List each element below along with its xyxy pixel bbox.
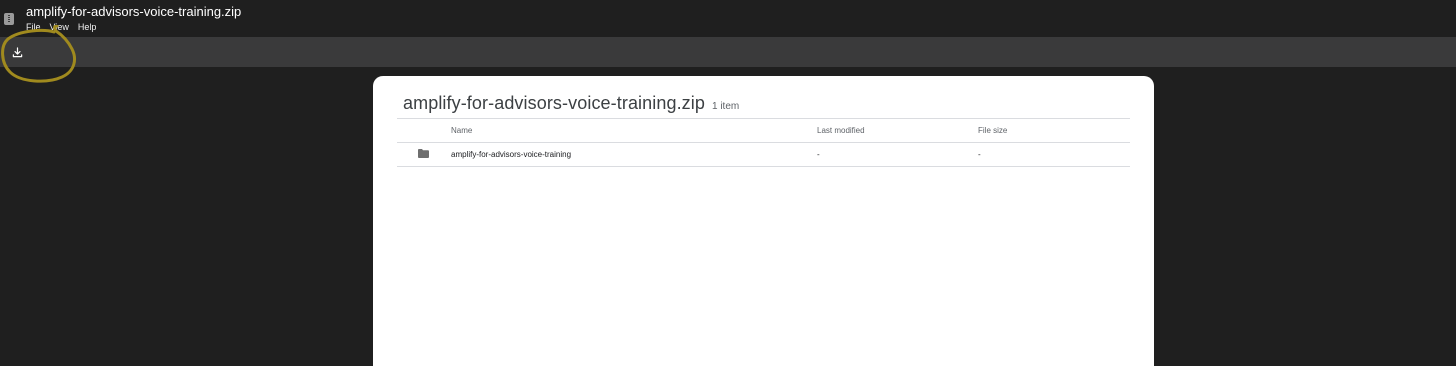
download-icon <box>12 46 22 57</box>
zip-file-icon <box>4 13 14 25</box>
file-table: Name Last modified File size amplify-for… <box>397 118 1130 167</box>
menu-file[interactable]: File <box>26 21 41 33</box>
menu-help[interactable]: Help <box>78 21 97 33</box>
folder-icon <box>418 149 429 158</box>
row-name: amplify-for-advisors-voice-training <box>451 150 572 159</box>
archive-title: amplify-for-advisors-voice-training.zip <box>403 93 705 113</box>
row-last-modified: - <box>817 150 820 159</box>
column-header-name[interactable]: Name <box>451 126 472 135</box>
archive-contents-panel: amplify-for-advisors-voice-training.zip … <box>373 76 1154 366</box>
table-row[interactable]: amplify-for-advisors-voice-training - - <box>397 143 1130 167</box>
menu-view[interactable]: View <box>50 21 69 33</box>
row-file-size: - <box>978 150 981 159</box>
menu-bar: File View Help <box>26 21 96 33</box>
document-title: amplify-for-advisors-voice-training.zip <box>26 4 242 19</box>
toolbar <box>0 37 1456 67</box>
archive-header: amplify-for-advisors-voice-training.zip … <box>403 93 739 114</box>
column-header-last-modified[interactable]: Last modified <box>817 126 865 135</box>
title-bar: amplify-for-advisors-voice-training.zip … <box>0 0 1456 37</box>
table-header: Name Last modified File size <box>397 118 1130 143</box>
zip-viewer-window: amplify-for-advisors-voice-training.zip … <box>0 0 1456 366</box>
download-button[interactable] <box>8 43 26 61</box>
column-header-file-size[interactable]: File size <box>978 126 1007 135</box>
item-count: 1 item <box>712 101 740 112</box>
